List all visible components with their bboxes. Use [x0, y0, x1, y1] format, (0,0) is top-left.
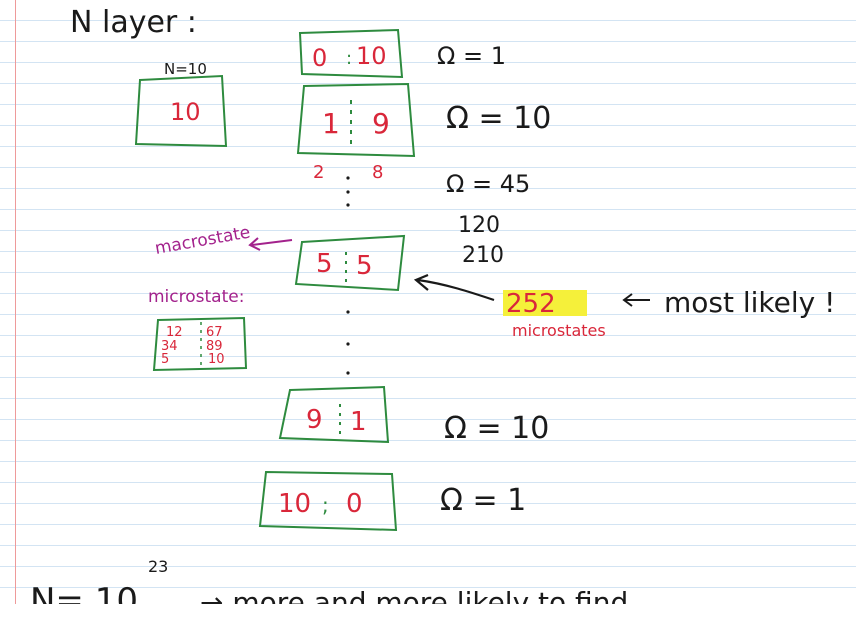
bottom-n-value: N= 10: [30, 581, 138, 604]
microstate-label: microstate:: [148, 287, 244, 307]
box-1-9: [296, 82, 416, 158]
box-0-10-left: 0: [312, 44, 327, 72]
peak-value: 252: [506, 289, 556, 319]
left-arrow-icon: [622, 293, 650, 307]
bottom-partial-text: → more and more likely to find: [200, 586, 628, 604]
n-label: N=10: [164, 60, 207, 78]
most-likely: most likely !: [664, 286, 835, 319]
macrostate-label: macrostate: [153, 222, 251, 258]
box-5-5-right: 5: [356, 251, 373, 281]
exponent: 23: [148, 557, 168, 576]
pointer-arrow-icon: [413, 273, 495, 302]
box-10-0-left: 10: [278, 489, 311, 519]
box-5-5: [294, 234, 406, 292]
box-5-5-left: 5: [316, 249, 333, 279]
notebook-page: N layer : N=10 10 0 : 10 Ω = 1 1 9 Ω = 1…: [0, 0, 856, 604]
left-example-value: 10: [170, 98, 201, 126]
row-2-8-left: 2: [313, 162, 324, 183]
micro-box-r1l: 12: [166, 325, 183, 340]
omega-3: 120: [458, 213, 500, 238]
divider-colon: :: [346, 48, 352, 69]
heading: N layer :: [70, 5, 197, 40]
omega-4: 210: [462, 243, 504, 268]
box-0-10-right: 10: [356, 42, 387, 70]
box-1-9-right: 9: [372, 107, 390, 140]
row-2-8-right: 8: [372, 162, 383, 183]
box-9-1-left: 9: [306, 405, 323, 435]
omega-10: Ω = 1: [440, 483, 526, 518]
peak-unit: microstates: [512, 321, 606, 340]
macrostate-arrow-icon: [248, 237, 293, 251]
box-1-9-left: 1: [322, 107, 340, 140]
micro-box-r1r: 67: [206, 325, 223, 340]
micro-box-r3r: 10: [208, 352, 225, 367]
omega-1: Ω = 10: [446, 101, 551, 136]
box-10-0-right: 0: [346, 489, 363, 519]
page-bottom-blank: [0, 604, 856, 640]
box-9-1: [278, 385, 390, 444]
micro-box-r3l: 5: [161, 352, 169, 367]
divider-colon: ;: [322, 493, 329, 517]
ellipsis-dots: [346, 176, 350, 375]
omega-9: Ω = 10: [444, 411, 549, 446]
box-9-1-right: 1: [350, 407, 367, 437]
omega-2: Ω = 45: [446, 170, 530, 198]
handwriting-canvas: N layer : N=10 10 0 : 10 Ω = 1 1 9 Ω = 1…: [30, 5, 835, 604]
omega-0: Ω = 1: [437, 42, 506, 70]
